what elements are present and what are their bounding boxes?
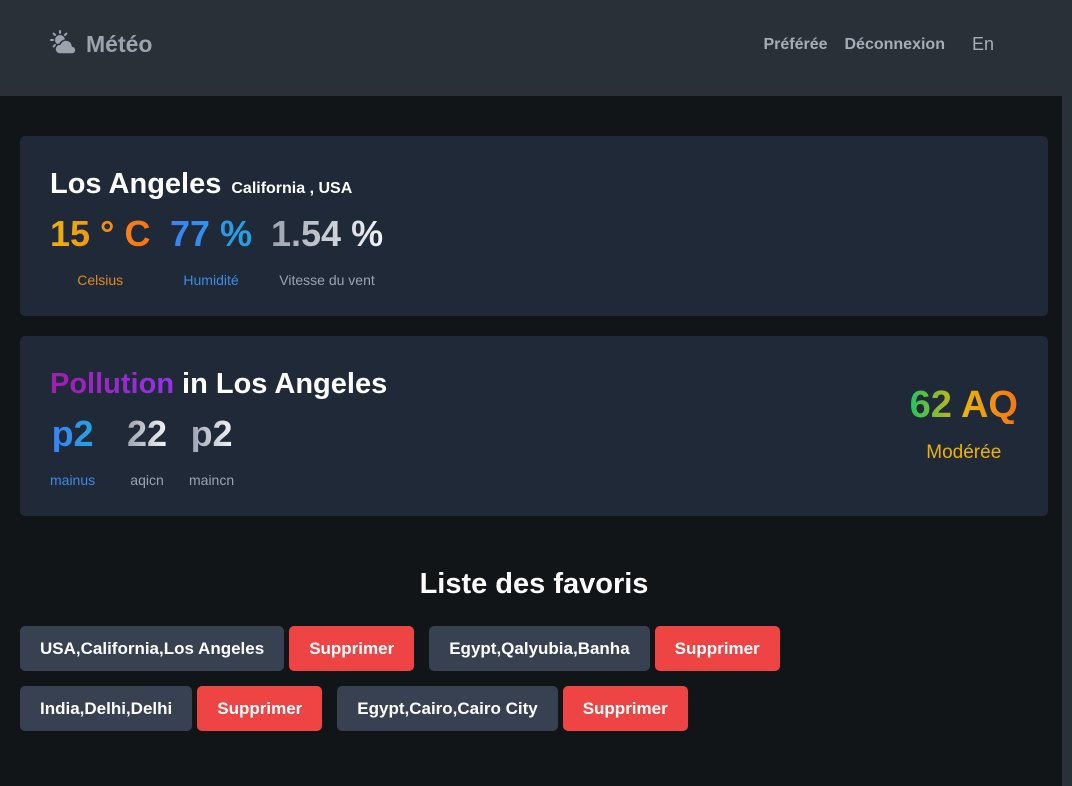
- air-quality-block: 62 AQ Modérée: [910, 386, 1018, 464]
- pollution-metric-label: mainus: [50, 472, 96, 488]
- wind-stat: 1.54 % Vitesse du vent: [271, 213, 384, 289]
- pollution-metric-mainus: p2 mainus: [50, 413, 96, 489]
- city-heading: Los Angeles California , USA: [50, 168, 352, 201]
- delete-favorite-button[interactable]: Supprimer: [562, 686, 688, 731]
- favorite-location-chip[interactable]: USA,California,Los Angeles: [20, 626, 285, 671]
- city-name: Los Angeles: [50, 168, 222, 200]
- temperature-stat: 15 ° C Celsius: [50, 213, 151, 289]
- humidity-stat: 77 % Humidité: [170, 213, 253, 289]
- temperature-label: Celsius: [77, 272, 124, 288]
- temperature-value: 15 ° C: [50, 213, 151, 254]
- city-region: California , USA: [231, 180, 353, 197]
- pollution-metric-value: p2: [51, 413, 94, 454]
- delete-favorite-button[interactable]: Supprimer: [289, 626, 415, 671]
- favorite-item: Egypt,Qalyubia,Banha Supprimer: [429, 626, 780, 671]
- favorite-item: Egypt,Cairo,Cairo City Supprimer: [337, 686, 688, 731]
- air-quality-value: 62 AQ: [909, 384, 1018, 426]
- pollution-title-highlight: Pollution: [50, 368, 175, 400]
- humidity-value: 77 %: [170, 213, 253, 254]
- pollution-metric-value: 22: [127, 413, 168, 454]
- pollution-metric-value: p2: [190, 413, 233, 454]
- pollution-metric-maincn: p2 maincn: [189, 413, 235, 489]
- sun-behind-cloud-icon: [50, 30, 77, 55]
- pollution-card: Pollution in Los Angeles p2 mainus 22 aq…: [20, 336, 1048, 516]
- nav-favorites-link[interactable]: Préférée: [763, 36, 827, 54]
- scrollbar[interactable]: [1062, 0, 1072, 786]
- pollution-metric-label: aqicn: [130, 472, 164, 488]
- favorites-title: Liste des favoris: [419, 568, 649, 600]
- favorite-location-chip[interactable]: Egypt,Qalyubia,Banha: [429, 626, 650, 671]
- brand[interactable]: Météo: [50, 30, 152, 58]
- weather-card: Los Angeles California , USA 15 ° C Cels…: [20, 136, 1048, 316]
- favorite-item: USA,California,Los Angeles Supprimer: [20, 626, 415, 671]
- pollution-title: Pollution in Los Angeles: [50, 368, 387, 401]
- pollution-metric-aqicn: 22 aqicn: [127, 413, 168, 489]
- wind-value: 1.54 %: [271, 213, 384, 254]
- navbar: Météo Préférée Déconnexion En: [0, 0, 1062, 96]
- nav-logout-link[interactable]: Déconnexion: [845, 36, 945, 54]
- nav-links: Préférée Déconnexion En: [746, 34, 994, 55]
- favorite-location-chip[interactable]: India,Delhi,Delhi: [20, 686, 193, 731]
- delete-favorite-button[interactable]: Supprimer: [197, 686, 323, 731]
- air-quality-label: Modérée: [926, 442, 1002, 463]
- pollution-metric-label: maincn: [189, 472, 235, 488]
- favorites-row: USA,California,Los Angeles Supprimer Egy…: [20, 626, 795, 671]
- brand-title: Météo: [86, 30, 153, 57]
- delete-favorite-button[interactable]: Supprimer: [654, 626, 780, 671]
- favorite-item: India,Delhi,Delhi Supprimer: [20, 686, 323, 731]
- wind-label: Vitesse du vent: [279, 272, 375, 288]
- humidity-label: Humidité: [183, 272, 239, 288]
- language-switch[interactable]: En: [972, 34, 994, 55]
- pollution-title-city: in Los Angeles: [182, 368, 388, 400]
- favorites-row: India,Delhi,Delhi Supprimer Egypt,Cairo,…: [20, 686, 703, 731]
- favorite-location-chip[interactable]: Egypt,Cairo,Cairo City: [337, 686, 558, 731]
